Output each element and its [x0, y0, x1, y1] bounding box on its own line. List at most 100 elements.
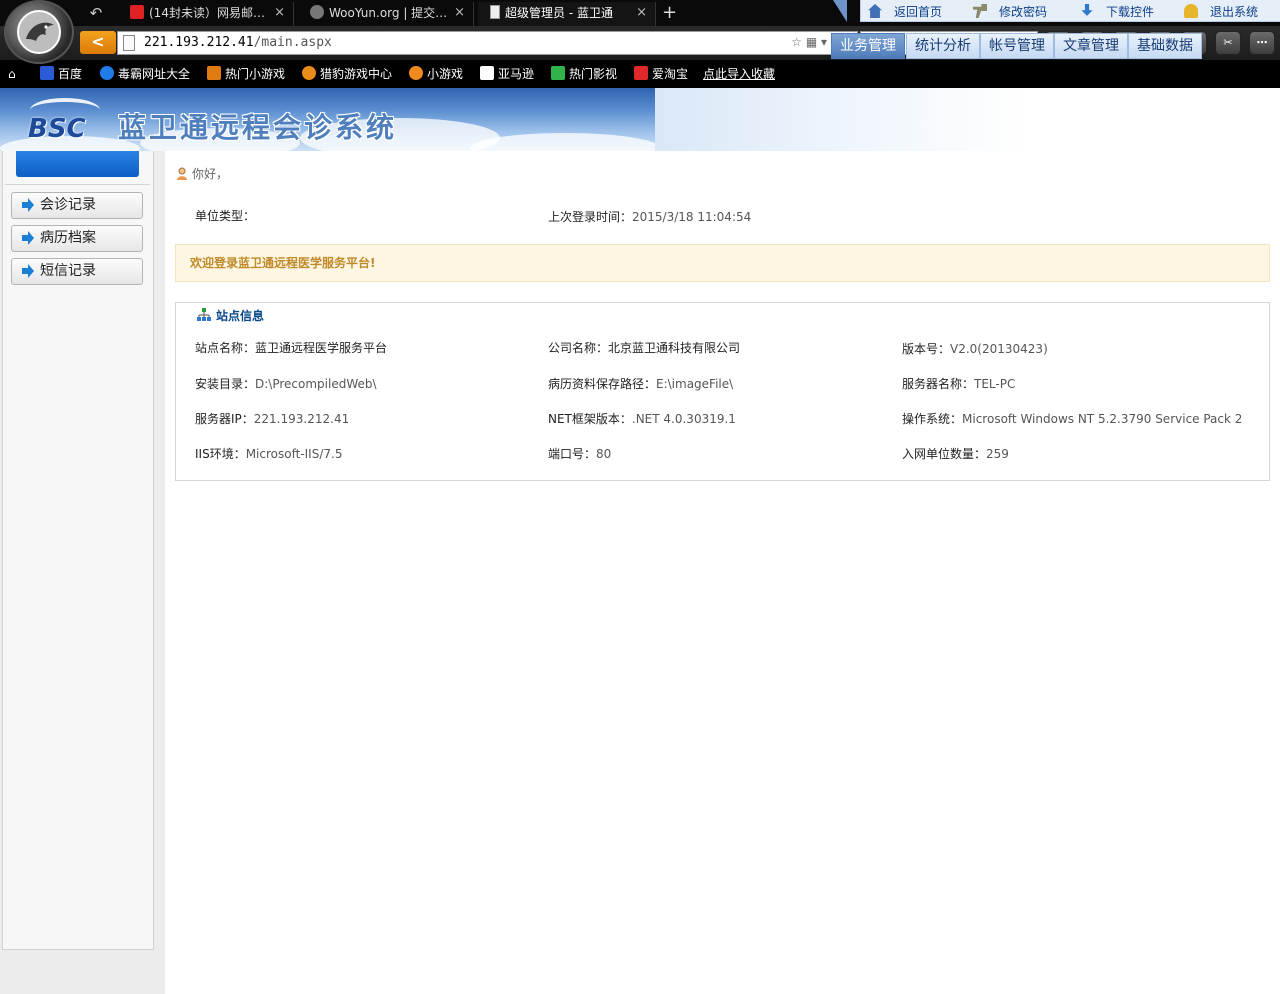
- import-bookmarks-link[interactable]: 点此导入收藏: [703, 65, 775, 83]
- tab-mail[interactable]: (14封未读）网易邮… ×: [118, 2, 294, 26]
- sidebar-item-label: 短信记录: [40, 263, 96, 279]
- unit-type-label: 单位类型：: [195, 209, 256, 223]
- amazon-icon: [480, 66, 494, 80]
- site-info-title-text: 站点信息: [216, 309, 265, 323]
- bookmark-baidu[interactable]: 百度: [40, 65, 82, 83]
- quick-link-label: 修改密码: [999, 5, 1048, 19]
- info-value: D:\PrecompiledWeb\: [255, 377, 377, 391]
- info-value: 蓝卫通远程医学服务平台: [255, 341, 388, 355]
- page-icon: [123, 35, 135, 51]
- quick-link-label: 下载控件: [1106, 5, 1155, 19]
- bookmark-star-icon[interactable]: ☆ ▦ ▾: [791, 35, 827, 49]
- quick-link-label: 返回首页: [894, 5, 943, 19]
- logout-link[interactable]: 退出系统: [1184, 3, 1258, 20]
- tab-wooyun[interactable]: WooYun.org | 提交… ×: [298, 2, 474, 26]
- fox-icon: [409, 66, 423, 80]
- info-value: E:\imageFile\: [656, 377, 734, 391]
- cheetah-icon: [17, 10, 61, 54]
- info-label: 病历资料保存路径：: [548, 377, 657, 391]
- tab-active-main[interactable]: 超级管理员 - 蓝卫通 ×: [478, 2, 656, 26]
- address-bar[interactable]: 221.193.212.41/main.aspx ☆ ▦ ▾ ✕: [117, 31, 858, 55]
- user-icon: [177, 167, 187, 180]
- page-icon: [490, 5, 500, 19]
- change-password-link[interactable]: 修改密码: [973, 3, 1047, 20]
- arrow-right-icon: [22, 198, 34, 212]
- url-text[interactable]: 221.193.212.41/main.aspx: [144, 35, 332, 50]
- cloud-icon: [310, 5, 324, 19]
- mail-163-icon: [130, 5, 144, 19]
- url-host: 221.193.212.41: [144, 35, 254, 50]
- system-title: 蓝卫通远程会诊系统: [118, 111, 398, 144]
- info-value: 北京蓝卫通科技有限公司: [608, 341, 741, 355]
- sidebar-item-label: 病历档案: [40, 230, 96, 246]
- quick-link-label: 退出系统: [1210, 5, 1259, 19]
- bookmark-movies[interactable]: 热门影视: [551, 65, 617, 83]
- info-site-name: 站点名称：蓝卫通远程医学服务平台: [195, 339, 387, 356]
- bookmark-small-games[interactable]: 小游戏: [409, 65, 463, 83]
- bookmark-hot-games[interactable]: 热门小游戏: [207, 65, 285, 83]
- close-tab-icon[interactable]: ×: [274, 2, 285, 24]
- info-port: 端口号：80: [548, 445, 611, 462]
- home-link[interactable]: 返回首页: [868, 3, 942, 20]
- bookmark-duba[interactable]: 毒霸网址大全: [100, 65, 190, 83]
- screenshot-button[interactable]: ✂: [1215, 31, 1241, 55]
- greeting-text: 你好，: [192, 167, 229, 181]
- sidebar-item-consultation-records[interactable]: 会诊记录: [11, 192, 143, 219]
- new-tab-button[interactable]: +: [662, 2, 677, 24]
- back-button[interactable]: <: [80, 31, 116, 54]
- download-control-link[interactable]: 下载控件: [1080, 3, 1154, 20]
- info-label: 站点名称：: [195, 341, 256, 355]
- download-icon: [1081, 4, 1093, 16]
- bookmark-label: 亚马逊: [498, 67, 535, 81]
- user-logout-icon: [1184, 4, 1198, 18]
- bookmark-label: 毒霸网址大全: [118, 67, 191, 81]
- bookmarks-bar: ⌂ 百度 毒霸网址大全 热门小游戏 猎豹游戏中心 小游戏 亚马逊 热门影视 爱淘…: [0, 60, 1280, 88]
- nav-accounts[interactable]: 帐号管理: [980, 33, 1054, 59]
- sidebar-item-sms-records[interactable]: 短信记录: [11, 258, 143, 285]
- nav-basic-data[interactable]: 基础数据: [1128, 33, 1202, 59]
- info-label: 版本号：: [902, 342, 951, 356]
- menu-button[interactable]: ⋯: [1249, 31, 1275, 55]
- cheetah-browser-logo[interactable]: [4, 0, 74, 64]
- info-company-name: 公司名称：北京蓝卫通科技有限公司: [548, 339, 740, 356]
- info-label: 入网单位数量：: [902, 447, 987, 461]
- last-login-label: 上次登录时间：: [548, 210, 633, 224]
- bookmark-label: 百度: [58, 67, 83, 81]
- info-value: TEL-PC: [974, 377, 1016, 391]
- home-icon[interactable]: ⌂: [8, 65, 16, 83]
- info-version: 版本号：V2.0(20130423): [902, 340, 1048, 357]
- close-tab-icon[interactable]: ×: [454, 2, 465, 24]
- info-label: 端口号：: [548, 447, 597, 461]
- nav-statistics[interactable]: 统计分析: [906, 33, 980, 59]
- info-iis: IIS环境：Microsoft-IIS/7.5: [195, 445, 342, 462]
- sitemap-icon: [197, 308, 211, 321]
- key-icon: [973, 4, 987, 18]
- info-label: 服务器名称：: [902, 377, 975, 391]
- info-value: 221.193.212.41: [253, 412, 350, 426]
- k-icon: [100, 66, 114, 80]
- sidebar-item-medical-records[interactable]: 病历档案: [11, 225, 143, 252]
- play-icon: [551, 66, 565, 80]
- bookmark-label: 猎豹游戏中心: [320, 67, 393, 81]
- bookmark-liebao-games[interactable]: 猎豹游戏中心: [302, 65, 392, 83]
- header-right-bg: [655, 88, 1280, 151]
- bookmark-label: 热门小游戏: [225, 67, 286, 81]
- site-info-title: 站点信息: [197, 307, 264, 324]
- close-tab-icon[interactable]: ×: [636, 2, 647, 24]
- nav-articles[interactable]: 文章管理: [1054, 33, 1128, 59]
- info-net-version: NET框架版本：.NET 4.0.30319.1: [548, 410, 736, 427]
- info-value: 259: [986, 447, 1009, 461]
- info-value: 80: [596, 447, 612, 461]
- undo-close-tab-icon[interactable]: ↶: [82, 3, 110, 23]
- taobao-icon: [634, 66, 648, 80]
- bookmark-label: 热门影视: [569, 67, 618, 81]
- bookmark-taobao[interactable]: 爱淘宝: [634, 65, 688, 83]
- bookmark-amazon[interactable]: 亚马逊: [480, 65, 534, 83]
- arrow-right-icon: [22, 231, 34, 245]
- info-value: Microsoft-IIS/7.5: [245, 447, 343, 461]
- info-server-name: 服务器名称：TEL-PC: [902, 375, 1015, 392]
- quick-links: 返回首页 修改密码 下载控件 退出系统: [860, 0, 1280, 22]
- last-login-value: 2015/3/18 11:04:54: [632, 210, 752, 224]
- tab-title: WooYun.org | 提交…: [329, 6, 448, 20]
- nav-business[interactable]: 业务管理: [831, 33, 905, 59]
